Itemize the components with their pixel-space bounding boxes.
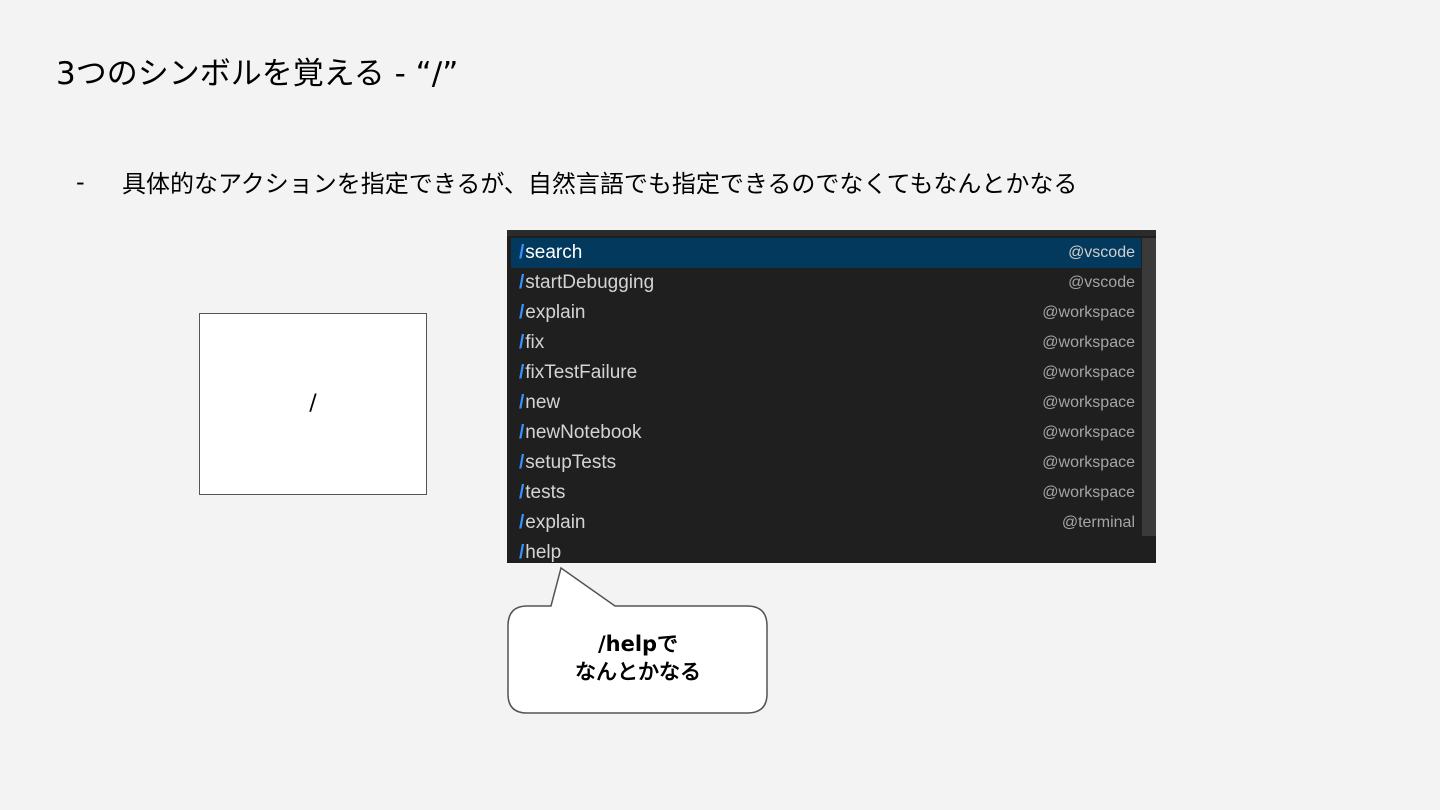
bullet-point: - 具体的なアクションを指定できるが、自然言語でも指定できるのでなくてもなんとか… [76,164,1077,199]
command-item-fixTestFailure[interactable]: /fixTestFailure @workspace [511,358,1141,388]
menu-scrollbar[interactable] [1142,238,1156,536]
speech-bubble: /helpで なんとかなる [507,566,769,716]
symbol-slash: / [309,390,317,416]
callout-line-2: なんとかなる [575,660,701,684]
command-item-newNotebook[interactable]: /newNotebook @workspace [511,418,1141,448]
agent-label: @workspace [1042,454,1135,471]
command-item-tests[interactable]: /tests @workspace [511,478,1141,508]
command-list: /search @vscode /startDebugging @vscode … [511,238,1141,563]
command-label: /newNotebook [519,422,642,443]
slash-prefix: / [519,392,525,413]
symbol-box: / [199,313,427,495]
command-label: /explain [519,302,586,323]
agent-label: @workspace [1042,394,1135,411]
agent-label: @workspace [1042,334,1135,351]
bullet-text: 具体的なアクションを指定できるが、自然言語でも指定できるのでなくてもなんとかなる [122,170,1078,198]
agent-label: @vscode [1068,274,1135,291]
slash-prefix: / [519,362,525,383]
agent-label: @workspace [1042,364,1135,381]
slash-prefix: / [519,272,525,293]
command-item-explain-workspace[interactable]: /explain @workspace [511,298,1141,328]
command-label: /new [519,392,561,413]
slash-command-menu: /search @vscode /startDebugging @vscode … [507,230,1156,563]
command-label: /fixTestFailure [519,362,638,383]
command-item-fix[interactable]: /fix @workspace [511,328,1141,358]
callout-line-1: /helpで [597,632,679,656]
slide-title: 3つのシンボルを覚える - “/” [56,56,459,92]
command-label: /tests [519,482,566,503]
speech-bubble-text: /helpで なんとかなる [507,630,769,686]
command-label: /startDebugging [519,272,655,293]
agent-label: @workspace [1042,424,1135,441]
slash-prefix: / [519,302,525,323]
bullet-dash: - [76,167,85,196]
command-item-startDebugging[interactable]: /startDebugging @vscode [511,268,1141,298]
command-item-search[interactable]: /search @vscode [511,238,1141,268]
agent-label: @terminal [1061,514,1135,531]
command-item-new[interactable]: /new @workspace [511,388,1141,418]
command-label: /setupTests [519,452,617,473]
command-label: /search [519,242,583,263]
slash-prefix: / [519,512,525,533]
command-label: /fix [519,332,545,353]
command-label: /help [519,542,562,563]
command-item-help[interactable]: /help [511,538,1141,563]
slash-prefix: / [519,542,525,563]
command-label: /explain [519,512,586,533]
slash-prefix: / [519,422,525,443]
agent-label: @workspace [1042,484,1135,501]
menu-top-edge [507,230,1156,236]
agent-label: @vscode [1068,244,1135,261]
command-item-setupTests[interactable]: /setupTests @workspace [511,448,1141,478]
slash-prefix: / [519,332,525,353]
slash-prefix: / [519,452,525,473]
agent-label: @workspace [1042,304,1135,321]
slash-prefix: / [519,482,525,503]
command-item-explain-terminal[interactable]: /explain @terminal [511,508,1141,538]
slash-prefix: / [519,242,525,263]
